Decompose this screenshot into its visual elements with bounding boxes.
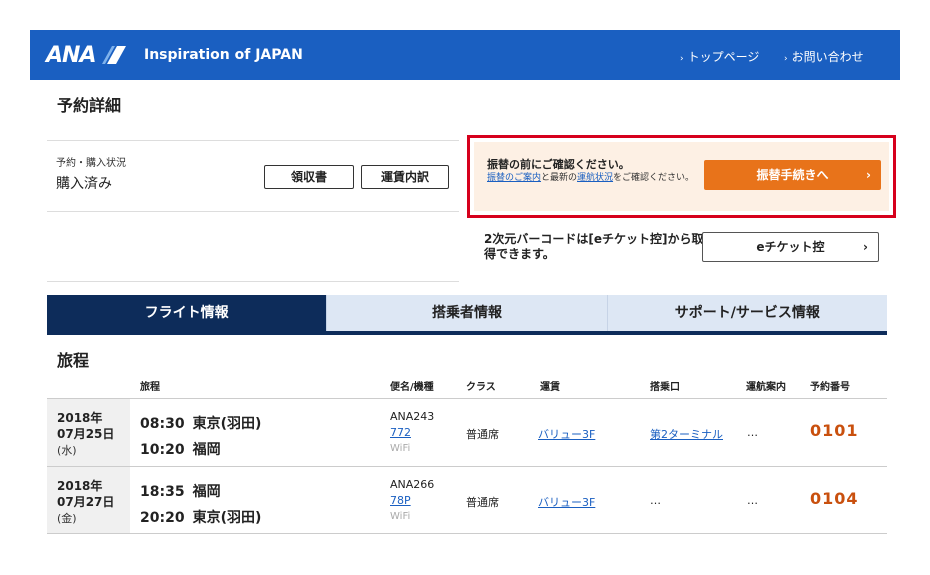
flight-number: ANA243 <box>390 410 435 423</box>
contact-link[interactable]: › お問い合わせ <box>784 48 864 65</box>
alert-description: 振替のご案内と最新の運航状況をご確認ください。 <box>487 172 697 185</box>
eticket-button[interactable]: eチケット控 › <box>702 232 879 262</box>
alert-desc-text: と最新の <box>541 173 578 183</box>
tab-passenger-info[interactable]: 搭乗者情報 <box>327 295 608 331</box>
logo-text: ANA <box>46 42 96 68</box>
gate: … <box>650 494 661 507</box>
fare-detail-button[interactable]: 運賃内訳 <box>361 165 449 189</box>
chevron-right-icon: › <box>866 168 871 182</box>
reservation-number: 0101 <box>810 421 859 440</box>
empty-panel <box>47 212 459 282</box>
date-weekday: (金) <box>57 512 77 525</box>
arrival: 20:20 東京(羽田) <box>140 507 261 527</box>
chevron-right-icon: › <box>863 240 868 254</box>
departure: 08:30 東京(羽田) <box>140 413 261 433</box>
eticket-button-label: eチケット控 <box>756 240 825 254</box>
flight-number: ANA266 <box>390 478 435 491</box>
flight-info: … <box>747 494 758 507</box>
rebooking-button-label: 振替手続きへ <box>756 168 829 182</box>
contact-link-label: お問い合わせ <box>791 50 864 64</box>
aircraft-link[interactable]: 78P <box>390 494 411 507</box>
col-header-fare: 運賃 <box>540 382 560 393</box>
reservation-number: 0104 <box>810 489 859 508</box>
fare-link[interactable]: バリュー3F <box>538 494 595 510</box>
eticket-note: 2次元バーコードは[eチケット控]から取得できます。 <box>484 232 704 261</box>
ana-logo[interactable]: ANA <box>46 41 127 69</box>
date-year: 2018年 <box>57 479 103 493</box>
rebooking-button[interactable]: 振替手続きへ › <box>704 160 881 190</box>
table-row: 2018年 07月25日 (水) 08:30 東京(羽田) 10:20 福岡 ANA… <box>47 398 887 466</box>
table-row: 2018年 07月27日 (金) 18:35 福岡 20:20 東京(羽田) ANA… <box>47 466 887 534</box>
fare-link[interactable]: バリュー3F <box>538 426 595 442</box>
rebooking-alert: 振替の前にご確認ください。 振替のご案内と最新の運航状況をご確認ください。 振替… <box>467 135 896 218</box>
col-header-res-no: 予約番号 <box>810 382 850 393</box>
dep-time: 08:30 <box>140 416 185 432</box>
arrival: 10:20 福岡 <box>140 439 221 459</box>
wifi-label: WiFi <box>390 511 411 522</box>
gate-link[interactable]: 第2ターミナル <box>650 426 723 442</box>
dep-city: 福岡 <box>192 484 221 500</box>
ana-logo-mark-icon <box>102 46 127 64</box>
arr-city: 東京(羽田) <box>192 510 262 526</box>
status-value: 購入済み <box>56 176 112 192</box>
top-page-link[interactable]: › トップページ <box>680 48 759 65</box>
itinerary-title: 旅程 <box>57 351 90 370</box>
tab-support-info[interactable]: サポート/サービス情報 <box>607 295 887 331</box>
departure: 18:35 福岡 <box>140 481 221 501</box>
arr-time: 20:20 <box>140 510 185 526</box>
date-cell: 2018年 07月25日 (水) <box>47 399 130 466</box>
class: 普通席 <box>466 428 499 441</box>
tab-flight-info[interactable]: フライト情報 <box>47 295 328 331</box>
status-label: 予約・購入状況 <box>56 158 126 169</box>
date-day: 07月25日 <box>57 427 115 441</box>
receipt-button[interactable]: 領収書 <box>264 165 354 189</box>
site-header: ANA Inspiration of JAPAN › トップページ › お問い合わせ <box>30 30 900 80</box>
date-day: 07月27日 <box>57 495 115 509</box>
tagline: Inspiration of JAPAN <box>144 47 303 63</box>
col-header-itinerary: 旅程 <box>140 382 160 393</box>
dep-time: 18:35 <box>140 484 185 500</box>
col-header-gate: 搭乗口 <box>650 382 680 393</box>
rebooking-guide-link[interactable]: 振替のご案内 <box>487 173 541 183</box>
top-page-link-label: トップページ <box>687 50 760 64</box>
flight-info: … <box>747 426 758 439</box>
arr-city: 福岡 <box>192 442 221 458</box>
page-title: 予約詳細 <box>57 96 122 115</box>
date-cell: 2018年 07月27日 (金) <box>47 467 130 533</box>
wifi-label: WiFi <box>390 443 411 454</box>
chevron-right-icon: › <box>680 54 684 64</box>
purchase-status-panel: 予約・購入状況 購入済み 領収書 運賃内訳 <box>47 140 459 212</box>
info-tabs: フライト情報 搭乗者情報 サポート/サービス情報 <box>47 295 887 335</box>
alert-body: 振替の前にご確認ください。 振替のご案内と最新の運航状況をご確認ください。 振替… <box>474 142 889 211</box>
dep-city: 東京(羽田) <box>192 416 262 432</box>
date-year: 2018年 <box>57 411 103 425</box>
col-header-status: 運航案内 <box>746 382 786 393</box>
flight-status-link[interactable]: 運航状況 <box>577 173 613 183</box>
arr-time: 10:20 <box>140 442 185 458</box>
class: 普通席 <box>466 496 499 509</box>
col-header-flight: 便名/機種 <box>390 382 434 393</box>
alert-desc-text: をご確認ください。 <box>613 173 695 183</box>
chevron-right-icon: › <box>784 54 788 64</box>
date-weekday: (水) <box>57 444 77 457</box>
aircraft-link[interactable]: 772 <box>390 426 411 439</box>
alert-title: 振替の前にご確認ください。 <box>487 158 630 171</box>
col-header-class: クラス <box>466 382 496 393</box>
